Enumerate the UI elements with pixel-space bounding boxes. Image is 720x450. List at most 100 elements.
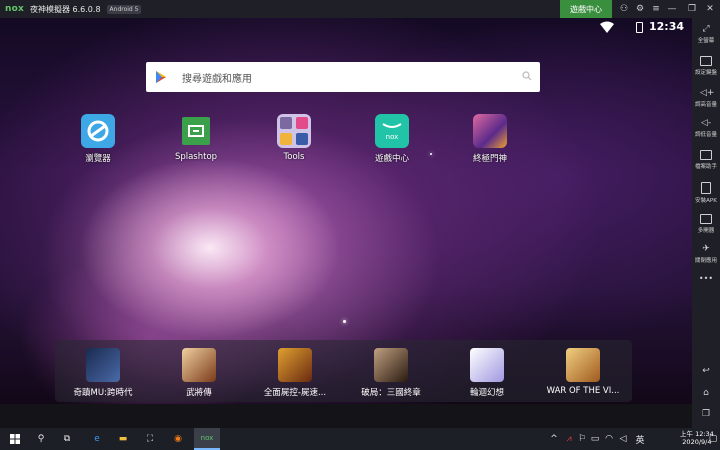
dock-app-label: 奇蹟MU:跨時代 (73, 388, 133, 398)
toolbar-label: 關閉應用 (694, 258, 717, 264)
toolbar-label: 設定鍵盤 (694, 70, 717, 76)
game-samsara-icon (470, 348, 504, 382)
keyboard-icon (700, 56, 712, 66)
app-label: 終極門神 (472, 154, 507, 164)
dock-app-label: 輪迴幻想 (469, 388, 504, 398)
multi-instance-button[interactable]: 多開器 (692, 214, 720, 234)
emulator-toolbar: ⤢ 全螢幕 設定鍵盤 ◁+ 調高音量 ◁- 調低音量 檔案助手 安裝APK 多開… (692, 18, 720, 428)
game-center-label: 遊戲中心 (570, 4, 602, 14)
game-wujiang-icon (182, 348, 216, 382)
toolbar-label: 安裝APK (695, 198, 717, 204)
windows-taskbar: ⚲ ⧉ e ▬ ⛶ ◉ nox ^ ⩘ ⚐ ▭ ◠ ◁ 英 上午 12:34 2… (0, 428, 720, 450)
game-center-button[interactable]: 遊戲中心 (560, 0, 612, 18)
emulator-bottom-strip (0, 404, 692, 428)
game-zombie-icon (278, 348, 312, 382)
dock-app-label: WAR OF THE VI... (546, 386, 620, 396)
multi-instance-icon (700, 214, 712, 224)
game-three-kingdoms-icon (374, 348, 408, 382)
app-game-center[interactable]: nox 遊戲中心 (357, 114, 427, 164)
app-label: Splashtop (174, 152, 218, 162)
recommended-games-dock: 奇蹟MU:跨時代 武將傳 全面屍控-屍速... 破局：三國終章 輪迴幻想 WAR… (55, 340, 632, 402)
wallpaper-star (430, 153, 432, 155)
notification-icon[interactable]: ▢ (708, 428, 718, 450)
dock-app-zombie[interactable]: 全面屍控-屍速... (250, 348, 340, 398)
tools-folder-icon (277, 114, 311, 148)
toolbar-label: 調高音量 (694, 102, 717, 108)
close-app-icon: ✈ (702, 244, 710, 254)
file-assistant-icon (700, 150, 712, 160)
svg-text:nox: nox (386, 133, 399, 141)
tray-ime-indicator[interactable]: 英 (633, 428, 647, 450)
fullscreen-button[interactable]: ⤢ 全螢幕 (692, 24, 720, 44)
dock-app-war-of-the-visions[interactable]: WAR OF THE VI... (538, 348, 628, 396)
search-icon[interactable]: ⚲ (31, 428, 51, 450)
windows-start-icon[interactable] (5, 428, 25, 450)
toolbar-label: 多開器 (697, 228, 715, 234)
wifi-icon (600, 21, 614, 33)
tray-volume-icon[interactable]: ◁ (617, 428, 629, 450)
wallpaper-star (343, 320, 346, 323)
settings-gear-icon[interactable]: ⚙ (634, 3, 646, 15)
search-bar[interactable]: 搜尋遊戲和應用 (146, 62, 540, 92)
close-app-button[interactable]: ✈ 關閉應用 (692, 244, 720, 264)
app-tools-folder[interactable]: Tools (259, 114, 329, 162)
app-splashtop[interactable]: Splashtop (161, 114, 231, 162)
app-ultimate-door-god[interactable]: 終極門神 (455, 114, 525, 164)
tray-network-icon[interactable]: ⚐ (576, 428, 588, 450)
dock-app-three-kingdoms[interactable]: 破局：三國終章 (346, 348, 436, 398)
title-bar: nox 夜神模擬器 6.6.0.8 Android 5 遊戲中心 ⚇ ⚙ ≡ —… (0, 0, 720, 18)
store-icon[interactable]: ⛶ (140, 428, 160, 450)
fullscreen-icon: ⤢ (702, 24, 710, 34)
game-center-icon: nox (375, 114, 409, 148)
game-war-of-visions-icon (566, 348, 600, 382)
maximize-icon[interactable]: ❐ (686, 3, 698, 15)
tray-chevron-icon[interactable]: ^ (548, 428, 560, 450)
edge-browser-icon[interactable]: e (87, 428, 107, 450)
browser-icon (81, 114, 115, 148)
volume-up-button[interactable]: ◁+ 調高音量 (692, 88, 720, 108)
keyboard-settings-button[interactable]: 設定鍵盤 (692, 56, 720, 76)
minimize-icon[interactable]: — (666, 3, 678, 15)
firefox-icon[interactable]: ◉ (168, 428, 188, 450)
install-apk-button[interactable]: 安裝APK (692, 182, 720, 204)
file-explorer-icon[interactable]: ▬ (113, 428, 133, 450)
task-view-icon[interactable]: ⧉ (57, 428, 77, 450)
tray-wifi-icon[interactable]: ◠ (603, 428, 615, 450)
tray-app-icon[interactable]: ⩘ (563, 428, 575, 450)
dock-app-mu[interactable]: 奇蹟MU:跨時代 (58, 348, 148, 398)
app-label: 遊戲中心 (374, 154, 409, 164)
tray-battery-icon[interactable]: ▭ (589, 428, 601, 450)
search-placeholder: 搜尋遊戲和應用 (182, 73, 252, 85)
volume-down-icon: ◁- (700, 118, 712, 128)
close-window-icon[interactable]: ✕ (704, 3, 716, 15)
shirt-theme-icon[interactable]: ⚇ (618, 3, 630, 15)
apk-icon (701, 182, 711, 194)
volume-down-button[interactable]: ◁- 調低音量 (692, 118, 720, 138)
window-title: 夜神模擬器 6.6.0.8 (30, 4, 101, 14)
home-icon[interactable]: ⌂ (700, 388, 712, 398)
back-icon[interactable]: ↩ (700, 366, 712, 376)
menu-icon[interactable]: ≡ (650, 3, 662, 15)
search-icon[interactable] (522, 71, 532, 81)
app-label: Tools (283, 152, 305, 162)
more-icon: ••• (698, 274, 714, 283)
app-browser[interactable]: 瀏覽器 (63, 114, 133, 164)
splashtop-icon (182, 117, 210, 145)
app-label: 瀏覽器 (85, 154, 111, 164)
recent-apps-icon[interactable]: ❐ (700, 409, 712, 419)
game-door-god-icon (473, 114, 507, 148)
dock-app-samsara[interactable]: 輪迴幻想 (442, 348, 532, 398)
dock-app-label: 全面屍控-屍速... (263, 388, 327, 398)
toolbar-label: 全螢幕 (697, 38, 715, 44)
file-assistant-button[interactable]: 檔案助手 (692, 150, 720, 170)
android-home-screen: 12:34 搜尋遊戲和應用 瀏覽器 Splashtop Tools nox 遊戲… (0, 18, 692, 404)
nox-taskbar-icon[interactable]: nox (194, 428, 220, 450)
google-play-icon (156, 71, 166, 83)
android-version-badge: Android 5 (106, 4, 142, 14)
dock-app-label: 武將傳 (186, 388, 212, 398)
nox-logo: nox (5, 4, 24, 14)
dock-app-wujiang[interactable]: 武將傳 (154, 348, 244, 398)
toolbar-label: 檔案助手 (694, 164, 717, 170)
toolbar-label: 調低音量 (694, 132, 717, 138)
more-button[interactable]: ••• (692, 274, 720, 283)
